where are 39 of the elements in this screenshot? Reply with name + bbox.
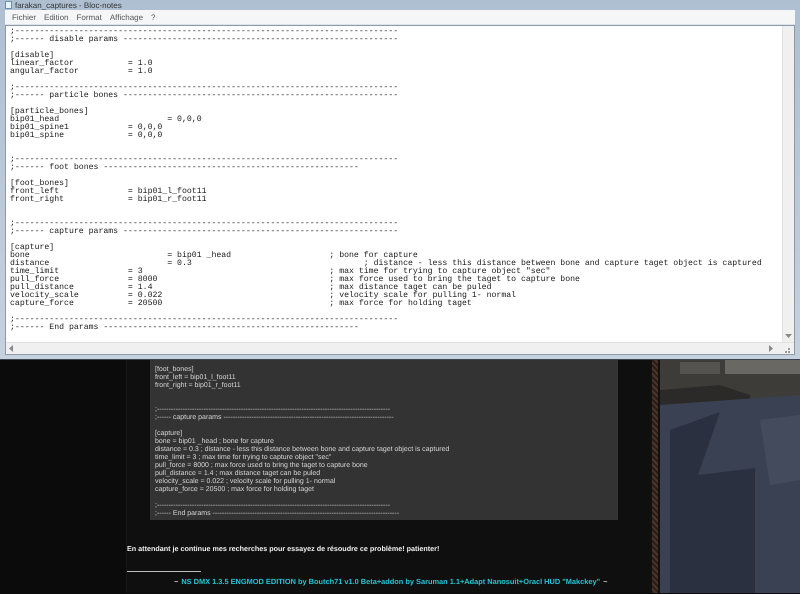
code-line: pull_force = 8000 ; max force used to bring the taget to capture bone <box>10 276 581 284</box>
comment-line: ;------ disable params -------------------------------------------------------- <box>10 36 400 44</box>
code-line: front_right = bip01_r_foot11 <box>10 196 208 204</box>
code-line: time_limit = 3 ; max time for trying to capture object "sec" <box>10 268 550 276</box>
comment-line: ;------------------------------------------------------------------------------ <box>10 84 400 92</box>
code-line: [capture] <box>10 244 56 252</box>
comment-line: ;------------------------------------------------------------------------------ <box>10 28 400 36</box>
vertical-scrollbar[interactable] <box>782 26 794 342</box>
menu-item[interactable]: ? <box>148 12 158 22</box>
code-line: bip01_spine = 0,0,0 <box>10 132 164 140</box>
code-line: bip01_spine1 = 0,0,0 <box>10 124 164 132</box>
comment-line: ;------ particle bones -------------------------------------------------------- <box>10 92 400 100</box>
menu-item[interactable]: Affichage <box>106 12 146 22</box>
comment-line: ;------------------------------------------------------------------------------ <box>10 156 400 164</box>
code-line: [particle_bones] <box>10 108 90 116</box>
comment-line: ;------ foot bones ---------------------------------------------------- <box>10 164 360 172</box>
comment-line: ;------ End params ---------------------------------------------------- <box>10 324 360 332</box>
code-line: angular_factor = 1.0 <box>10 68 154 76</box>
left-arrow-icon[interactable] <box>9 345 14 352</box>
code-line: bip01_head = 0,0,0 <box>10 116 203 124</box>
code-line: [disable] <box>10 52 54 60</box>
comment-line: ;------------------------------------------------------------------------------ <box>10 220 400 228</box>
code-line: distance = 0.3 ; distance - less this distance between bone and capture taget object is captured <box>10 260 763 268</box>
code-line: front_left = bip01_l_foot11 <box>10 188 208 196</box>
code-line: velocity_scale = 0.022 ; velocity scale for pulling 1- normal <box>10 292 518 300</box>
window-title: farakan_captures - Bloc-notes <box>15 0 122 10</box>
code-line: capture_force = 20500 ; max force for holding taget <box>10 300 473 308</box>
code-line: [foot_bones] <box>10 180 70 188</box>
code-line: linear_factor = 1.0 <box>10 60 154 68</box>
down-arrow-icon[interactable] <box>785 334 792 339</box>
menu-item[interactable]: Format <box>73 12 105 22</box>
horizontal-scrollbar[interactable] <box>6 342 794 354</box>
code-line: bone = bip01 _head ; bone for capture <box>10 252 419 260</box>
menu-item[interactable]: Edition <box>41 12 72 22</box>
comment-line: ;------------------------------------------------------------------------------ <box>10 316 400 324</box>
comment-line: ;------ capture params -------------------------------------------------------- <box>10 228 400 236</box>
menu-item[interactable]: Fichier <box>9 12 40 22</box>
right-arrow-icon[interactable] <box>769 345 774 352</box>
code-line: pull_distance = 1.4 ; max distance taget can be puled <box>10 284 492 292</box>
